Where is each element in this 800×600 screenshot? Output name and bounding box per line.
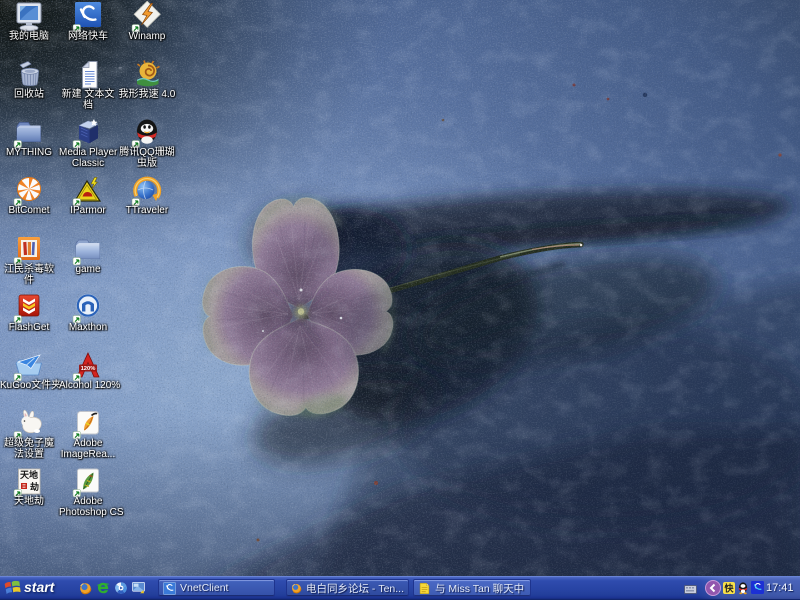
- svg-text:劫: 劫: [30, 481, 39, 492]
- svg-text:天地: 天地: [20, 469, 38, 480]
- svg-text:120%: 120%: [81, 366, 96, 372]
- svg-text:快: 快: [724, 583, 734, 594]
